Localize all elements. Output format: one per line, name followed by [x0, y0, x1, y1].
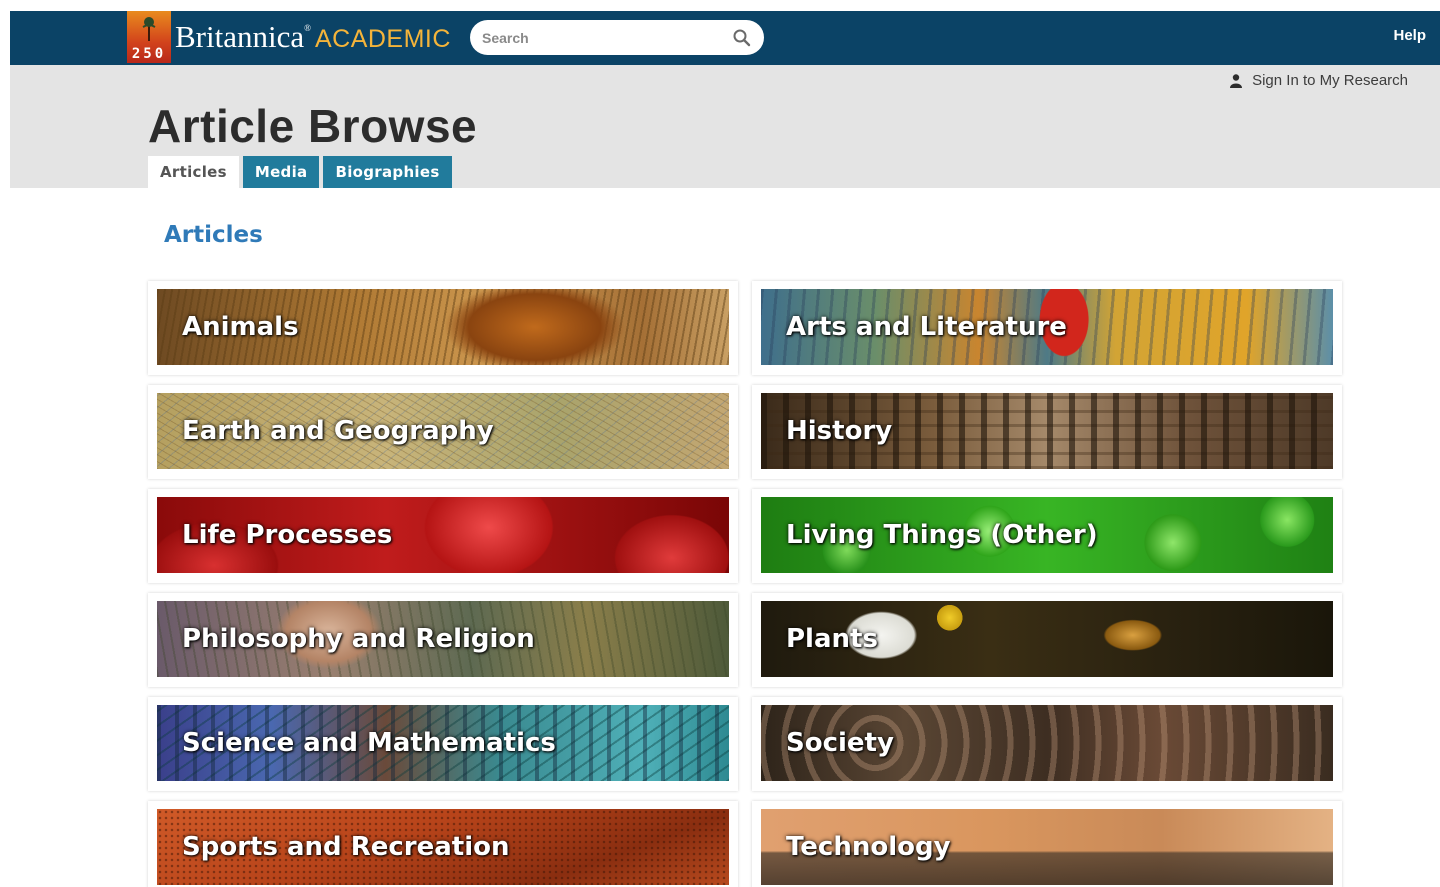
section-heading: Articles: [164, 222, 263, 248]
category-label: Sports and Recreation: [182, 832, 510, 862]
category-card-animals: Animals: [148, 281, 738, 375]
category-banner-science-and-mathematics[interactable]: Science and Mathematics: [157, 705, 729, 781]
tab-articles[interactable]: Articles: [148, 156, 239, 188]
category-card-life-processes: Life Processes: [148, 489, 738, 583]
tab-media[interactable]: Media: [242, 156, 320, 188]
category-label: Technology: [786, 832, 951, 862]
sign-in-label: Sign In to My Research: [1252, 72, 1408, 89]
category-label: Science and Mathematics: [182, 728, 556, 758]
thistle-icon: [142, 17, 156, 41]
page-title: Article Browse: [148, 100, 478, 152]
search-icon[interactable]: [732, 28, 752, 48]
category-card-plants: Plants: [752, 593, 1342, 687]
category-grid: Animals Arts and Literature Earth and Ge…: [148, 281, 1344, 887]
category-banner-society[interactable]: Society: [761, 705, 1333, 781]
category-banner-plants[interactable]: Plants: [761, 601, 1333, 677]
category-label: History: [786, 416, 893, 446]
sign-in-link[interactable]: Sign In to My Research: [1230, 72, 1408, 89]
britannica-academic-logo[interactable]: Britannica® ACADEMIC: [175, 19, 451, 55]
logo-badge-number: 250: [131, 46, 167, 62]
category-label: Earth and Geography: [182, 416, 494, 446]
help-link[interactable]: Help: [1393, 27, 1426, 44]
category-label: Plants: [786, 624, 878, 654]
category-label: Philosophy and Religion: [182, 624, 535, 654]
category-label: Animals: [182, 312, 299, 342]
category-banner-philosophy-and-religion[interactable]: Philosophy and Religion: [157, 601, 729, 677]
category-card-philosophy-and-religion: Philosophy and Religion: [148, 593, 738, 687]
category-banner-history[interactable]: History: [761, 393, 1333, 469]
category-label: Living Things (Other): [786, 520, 1098, 550]
top-navigation-bar: 250 Britannica®ACADEMIC Help: [10, 11, 1440, 65]
search-input[interactable]: [482, 28, 722, 48]
category-card-technology: Technology: [752, 801, 1342, 887]
browse-tabs: Articles Media Biographies: [148, 156, 452, 188]
category-banner-technology[interactable]: Technology: [761, 809, 1333, 885]
category-banner-arts-and-literature[interactable]: Arts and Literature: [761, 289, 1333, 365]
category-card-society: Society: [752, 697, 1342, 791]
page-header: Sign In to My Research Article Browse Ar…: [10, 65, 1440, 188]
category-card-sports-and-recreation: Sports and Recreation: [148, 801, 738, 887]
britannica-250-logo-badge[interactable]: 250: [127, 11, 171, 63]
logo-registered-mark: ®: [304, 23, 311, 33]
category-banner-earth-and-geography[interactable]: Earth and Geography: [157, 393, 729, 469]
category-banner-life-processes[interactable]: Life Processes: [157, 497, 729, 573]
category-card-earth-and-geography: Earth and Geography: [148, 385, 738, 479]
category-card-arts-and-literature: Arts and Literature: [752, 281, 1342, 375]
search-box: [470, 20, 764, 55]
category-label: Arts and Literature: [786, 312, 1067, 342]
logo-brand-text: Britannica: [175, 19, 305, 54]
category-banner-sports-and-recreation[interactable]: Sports and Recreation: [157, 809, 729, 885]
tab-biographies[interactable]: Biographies: [323, 156, 452, 188]
category-card-science-and-mathematics: Science and Mathematics: [148, 697, 738, 791]
user-icon: [1230, 73, 1243, 88]
category-card-history: History: [752, 385, 1342, 479]
category-banner-animals[interactable]: Animals: [157, 289, 729, 365]
category-label: Life Processes: [182, 520, 393, 550]
category-banner-living-things-other[interactable]: Living Things (Other): [761, 497, 1333, 573]
category-label: Society: [786, 728, 894, 758]
category-card-living-things-other: Living Things (Other): [752, 489, 1342, 583]
logo-product-text: ACADEMIC: [314, 25, 451, 53]
